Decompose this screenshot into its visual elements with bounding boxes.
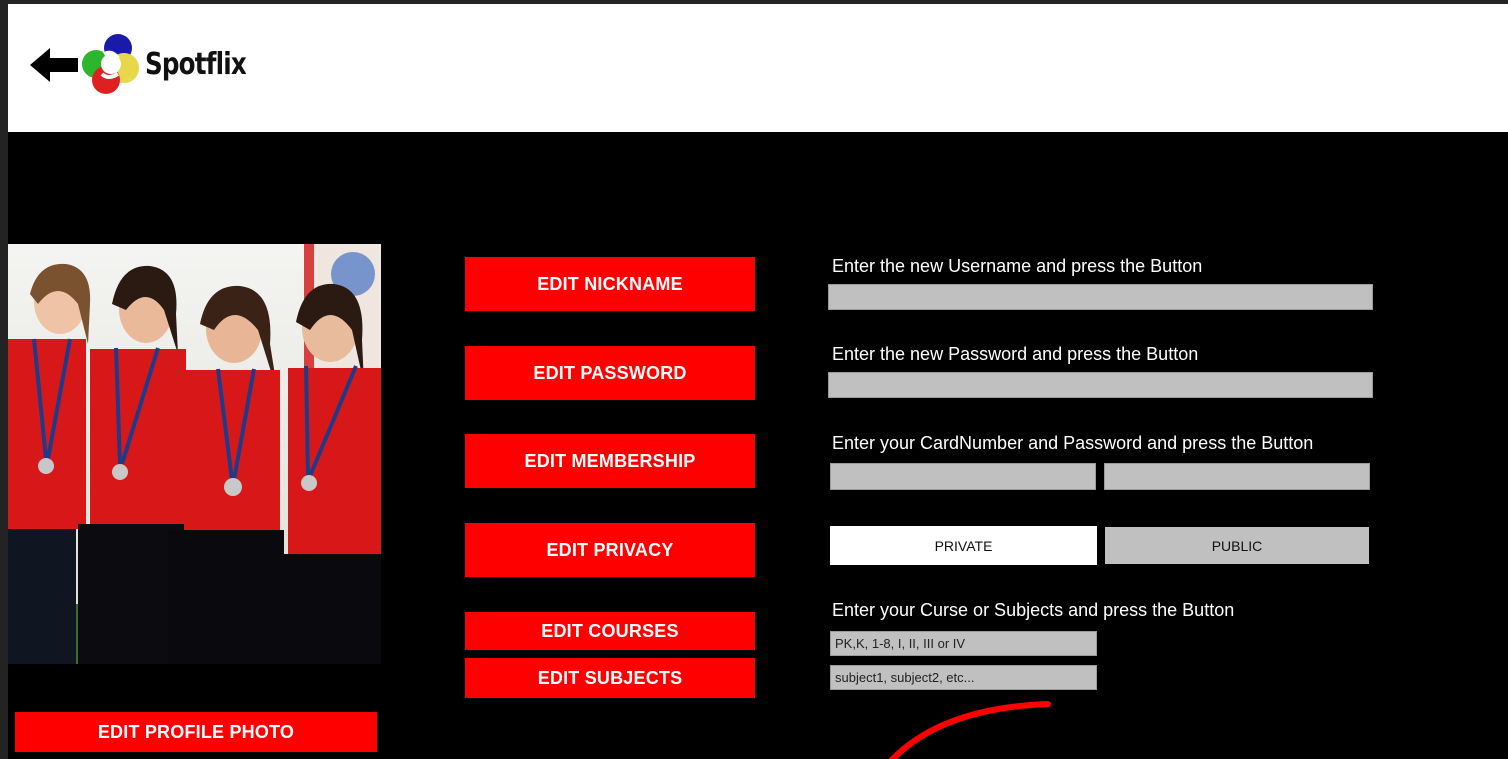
- privacy-private-toggle[interactable]: PRIVATE: [830, 526, 1097, 565]
- profile-photo: [8, 244, 381, 664]
- edit-membership-button[interactable]: EDIT MEMBERSHIP: [465, 434, 755, 488]
- brand-name: Spotflix: [145, 47, 247, 82]
- spotflix-logo-icon: [82, 34, 139, 94]
- decorative-arc: [888, 701, 1051, 759]
- edit-subjects-button[interactable]: EDIT SUBJECTS: [465, 658, 755, 698]
- card-number-input[interactable]: [830, 463, 1096, 490]
- edit-password-button[interactable]: EDIT PASSWORD: [465, 346, 755, 400]
- edit-profile-photo-button[interactable]: EDIT PROFILE PHOTO: [15, 712, 377, 752]
- edit-privacy-button[interactable]: EDIT PRIVACY: [465, 523, 755, 577]
- privacy-public-toggle[interactable]: PUBLIC: [1105, 527, 1369, 564]
- edit-nickname-button[interactable]: EDIT NICKNAME: [465, 257, 755, 311]
- username-prompt: Enter the new Username and press the But…: [832, 256, 1203, 276]
- password-prompt: Enter the new Password and press the But…: [832, 344, 1199, 364]
- app-window: Spotflix EDIT PROFILE PHOTO EDIT NICKNAM…: [8, 4, 1508, 759]
- top-header: Spotflix: [8, 4, 1508, 132]
- subjects-input[interactable]: subject1, subject2, etc...: [830, 665, 1097, 690]
- username-input[interactable]: [828, 284, 1373, 310]
- password-input[interactable]: [828, 372, 1373, 398]
- courses-prompt: Enter your Curse or Subjects and press t…: [832, 600, 1235, 620]
- edit-courses-button[interactable]: EDIT COURSES: [465, 612, 755, 650]
- membership-prompt: Enter your CardNumber and Password and p…: [832, 433, 1314, 453]
- card-password-input[interactable]: [1104, 463, 1370, 490]
- team-photo: [8, 244, 381, 664]
- back-arrow-icon[interactable]: [28, 44, 80, 86]
- courses-input[interactable]: PK,K, 1-8, I, II, III or IV: [830, 631, 1097, 656]
